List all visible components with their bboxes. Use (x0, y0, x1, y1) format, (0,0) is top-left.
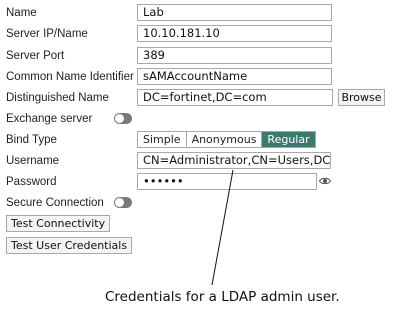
secure-connection-row: Secure Connection (0, 193, 399, 213)
bind-type-anonymous[interactable]: Anonymous (186, 132, 263, 147)
name-label: Name (6, 7, 37, 19)
exchange-server-toggle[interactable] (114, 113, 132, 124)
bind-type-row: Bind Type Simple Anonymous Regular (0, 130, 399, 150)
eye-icon[interactable] (319, 175, 331, 187)
distinguished-name-input[interactable]: DC=fortinet,DC=com (137, 89, 333, 106)
bind-type-simple[interactable]: Simple (138, 132, 187, 147)
toggle-knob (115, 114, 124, 123)
name-input[interactable]: Lab (137, 4, 332, 21)
server-port-label: Server Port (6, 50, 65, 62)
browse-button[interactable]: Browse (338, 89, 385, 106)
distinguished-name-row: Distinguished Name DC=fortinet,DC=com Br… (0, 88, 399, 108)
server-port-input[interactable]: 389 (137, 47, 332, 64)
username-row: Username CN=Administrator,CN=Users,DC=TA… (0, 151, 399, 171)
cn-identifier-label: Common Name Identifier (6, 71, 134, 83)
distinguished-name-label: Distinguished Name (6, 92, 109, 104)
exchange-server-row: Exchange server (0, 109, 399, 129)
cn-identifier-input[interactable]: sAMAccountName (137, 68, 332, 85)
name-row: Name Lab (0, 3, 399, 23)
secure-connection-toggle[interactable] (114, 197, 132, 208)
secure-connection-label: Secure Connection (6, 197, 104, 209)
server-port-row: Server Port 389 (0, 46, 399, 66)
server-ip-label: Server IP/Name (6, 28, 88, 40)
annotation-caption: Credentials for a LDAP admin user. (105, 289, 340, 305)
password-label: Password (6, 176, 57, 188)
test-connectivity-button[interactable]: Test Connectivity (6, 215, 111, 232)
username-input[interactable]: CN=Administrator,CN=Users,DC=TAC, (137, 152, 331, 169)
exchange-server-label: Exchange server (6, 113, 93, 125)
server-ip-input[interactable]: 10.10.181.10 (137, 25, 332, 42)
password-input[interactable]: •••••• (137, 173, 317, 190)
username-label: Username (6, 155, 60, 167)
toggle-knob (115, 198, 124, 207)
bind-type-selector: Simple Anonymous Regular (137, 131, 316, 148)
cn-identifier-row: Common Name Identifier sAMAccountName (0, 67, 399, 87)
server-ip-row: Server IP/Name 10.10.181.10 (0, 24, 399, 44)
bind-type-label: Bind Type (6, 134, 57, 146)
test-user-credentials-button[interactable]: Test User Credentials (6, 237, 133, 254)
password-row: Password •••••• (0, 172, 399, 192)
bind-type-regular[interactable]: Regular (262, 132, 315, 147)
